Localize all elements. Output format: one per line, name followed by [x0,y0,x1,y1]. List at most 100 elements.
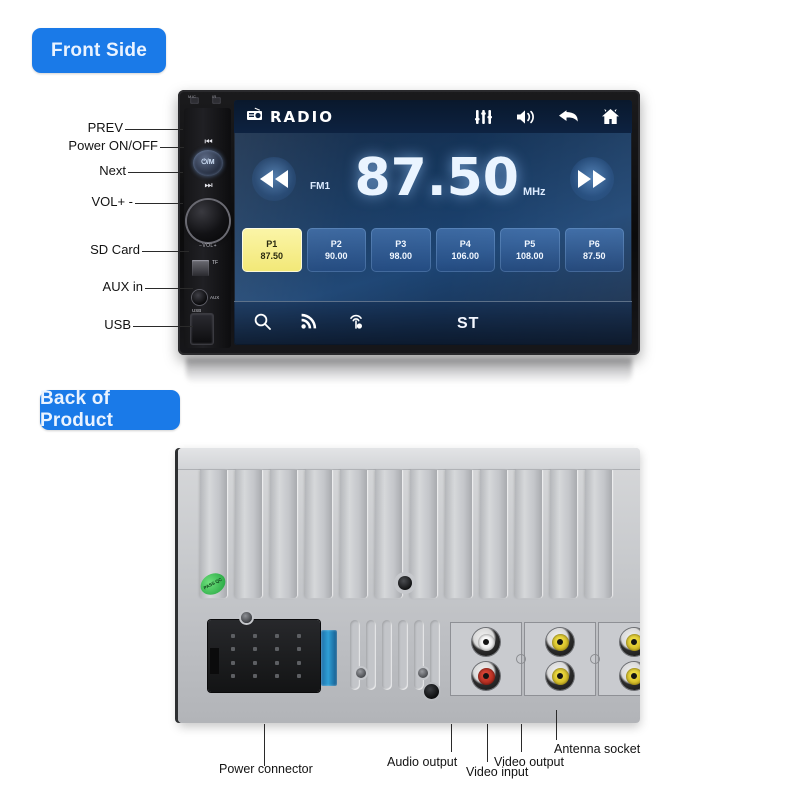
sd-card-slot[interactable] [192,260,209,276]
screen-topbar: RADIO [234,100,632,133]
preset-frequency: 87.50 [582,251,606,261]
home-icon[interactable] [601,108,620,125]
frequency-value: 87.50 [354,148,519,209]
rca-divider-mark [516,654,526,664]
preset-number: P4 [459,239,471,249]
callout-sd-card-label: SD Card [90,242,140,257]
preset-frequency: 106.00 [451,251,480,261]
heatsink-fin [305,470,332,598]
power-connector-screw [241,612,252,623]
preset-frequency: 87.50 [260,251,284,261]
rca-jack-yellow[interactable] [546,662,574,690]
rca-jack-red[interactable] [472,662,500,690]
usb-port-label: USB [192,308,202,313]
preset-frequency: 108.00 [515,251,544,261]
vent-slot [430,620,440,690]
search-icon[interactable] [254,313,271,335]
volume-icon[interactable] [516,109,536,125]
tune-touch-icon[interactable] [347,313,365,335]
preset-buttons: P1 87.50 P2 90.00 P3 98.00 P4 106.00 P5 … [242,228,624,272]
rca-jack-yellow[interactable] [546,628,574,656]
frequency-display: 87.50 MHz [330,148,570,209]
usb-port[interactable] [191,314,213,344]
heatsink-fin [480,470,507,598]
callout-audio-output-line [451,724,452,752]
equalizer-icon[interactable] [475,109,494,125]
signal-icon[interactable] [301,313,317,334]
preset-number: P1 [266,239,278,249]
heatsink-fin [515,470,542,598]
chassis-screw [356,668,366,678]
callout-power-line [160,147,184,148]
radio-brand: RADIO [246,107,334,126]
radio-icon [246,107,263,126]
preset-button[interactable]: P6 87.50 [564,228,624,272]
preset-button[interactable]: P4 106.00 [435,228,495,272]
back-of-product-badge-label: Back of Product [40,388,114,431]
aux-jack-label: AUX [210,295,220,300]
preset-button[interactable]: P1 87.50 [242,228,302,272]
callout-video-output-line [521,724,522,752]
heatsink-fin [550,470,577,598]
power-connector-port[interactable] [208,620,320,692]
preset-button[interactable]: P2 90.00 [306,228,366,272]
back-arrow-icon[interactable] [558,109,579,124]
callout-antenna-socket-label: Antenna socket [554,742,641,756]
heatsink-fin [340,470,367,598]
preset-number: P2 [330,239,342,249]
front-side-badge: Front Side [32,28,166,73]
tf-card-label: TF [212,260,219,266]
fuse [321,630,337,686]
callout-next-line [128,172,183,173]
callout-audio-output-label: Audio output [387,755,458,769]
preset-button[interactable]: P5 108.00 [500,228,560,272]
radio-brand-label: RADIO [270,107,334,126]
callout-video-output-label: Video output [494,755,564,769]
callout-antenna-socket-line [556,710,557,740]
callout-volume-label: VOL+ - [91,194,133,209]
back-unit-device: PASS QC [178,448,640,723]
next-button[interactable]: ⏭ [193,178,223,193]
heatsink-fin [270,470,297,598]
video-input-rca-group[interactable] [524,622,596,696]
callout-sd-card-line [142,251,189,252]
power-button[interactable]: ⏻/M [193,150,223,176]
vent-slot [398,620,408,690]
seek-backward-icon[interactable] [252,157,296,201]
band-label: FM1 [310,180,330,192]
vent-slot [366,620,376,690]
callout-volume-line [135,203,183,204]
prev-button[interactable]: ⏮ [193,134,223,149]
preset-button[interactable]: P3 98.00 [371,228,431,272]
stereo-indicator: ST [457,314,480,332]
heatsink-fin [585,470,612,598]
center-screw [398,576,412,590]
touchscreen-display[interactable]: RADIO FM1 87.50 MHz P1 87.50 P2 90.00 P3… [234,100,632,345]
aux-input-jack[interactable] [192,290,207,305]
callout-aux-in-line [145,288,193,289]
callout-usb-line [133,326,193,327]
callout-prev-label: PREV [87,120,123,135]
callout-usb-label: USB [104,317,131,332]
volume-knob-label: −VOL+ [199,243,217,249]
rca-jack-yellow[interactable] [620,628,640,656]
mini-jack-port[interactable] [424,684,439,699]
callout-power-label: Power ON/OFF [68,138,158,153]
vent-slots [350,620,440,690]
rca-divider-mark [590,654,600,664]
tuner-row: FM1 87.50 MHz [234,144,632,214]
vent-slot [414,620,424,690]
connector-pins [222,629,310,683]
seek-forward-icon[interactable] [570,157,614,201]
rca-jack-yellow[interactable] [620,662,640,690]
rca-jack-white[interactable] [472,628,500,656]
callout-power-connector-label: Power connector [219,762,313,776]
front-side-badge-label: Front Side [51,39,147,61]
heatsink-fin [445,470,472,598]
chassis-screw [418,668,428,678]
preset-frequency: 90.00 [324,251,348,261]
audio-output-rca-group[interactable] [450,622,522,696]
volume-knob[interactable] [187,200,229,242]
callout-next-label: Next [99,163,126,178]
video-output-rca-group[interactable] [598,622,640,696]
